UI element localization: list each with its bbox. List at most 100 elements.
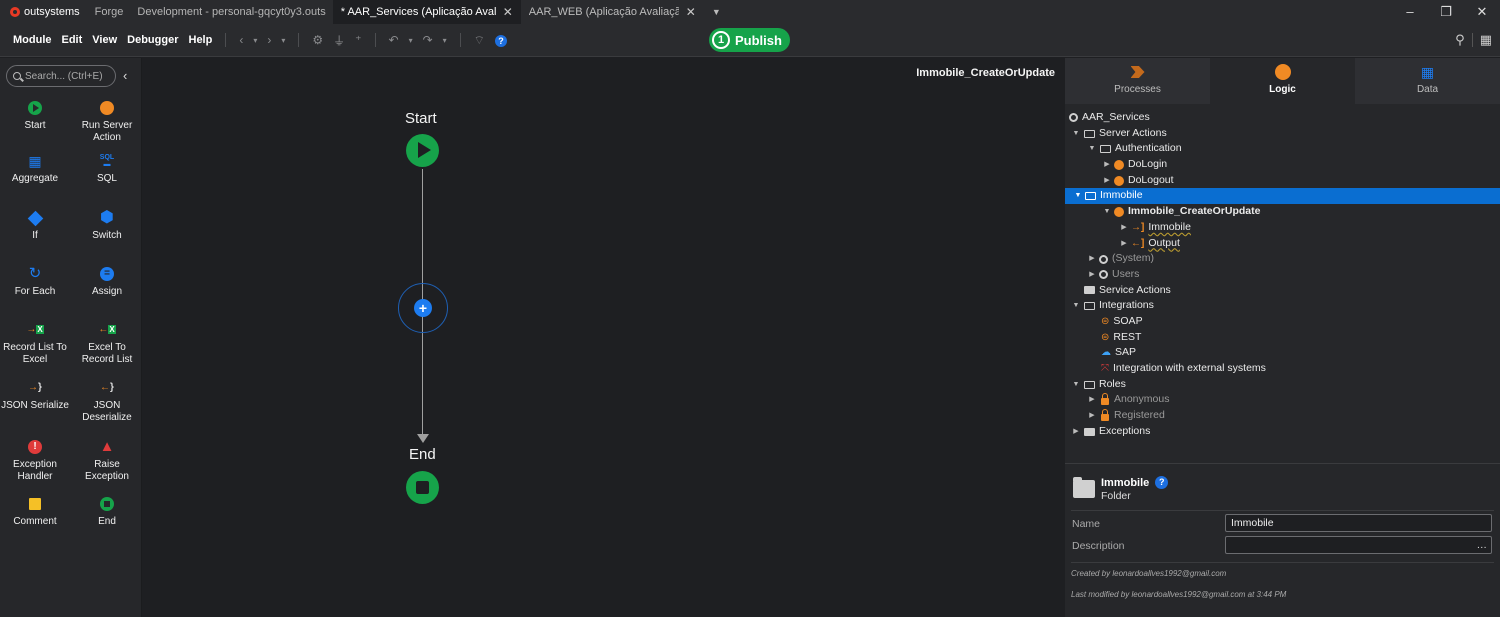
forge-link[interactable]: Forge xyxy=(88,0,131,24)
tabs-dropdown-icon[interactable]: ▼ xyxy=(704,7,729,17)
tool-aggregate[interactable]: ▦ Aggregate xyxy=(0,153,70,185)
end-node[interactable] xyxy=(406,471,439,504)
expand-toggle-icon[interactable]: ▼ xyxy=(1071,126,1081,142)
redo-dropdown-icon[interactable]: ▾ xyxy=(438,36,452,45)
minimize-icon[interactable]: – xyxy=(1392,0,1428,24)
forward-icon[interactable]: › xyxy=(262,33,276,47)
expand-toggle-icon[interactable]: ▶ xyxy=(1119,220,1129,236)
expand-toggle-icon[interactable]: ▶ xyxy=(1119,236,1129,252)
name-field[interactable]: Immobile xyxy=(1225,514,1492,532)
tree-item-soap[interactable]: ⊜ SOAP xyxy=(1065,314,1500,330)
tree-item-server-actions[interactable]: ▼ Server Actions xyxy=(1065,126,1500,142)
tool-json-serialize[interactable]: →} JSON Serialize xyxy=(0,380,70,412)
tree-item-integration-external[interactable]: ⤧ Integration with external systems xyxy=(1065,361,1500,377)
tool-record-list-to-excel[interactable]: →X Record List To Excel xyxy=(0,322,70,366)
tree-item-system[interactable]: ▶ (System) xyxy=(1065,251,1500,267)
expand-toggle-icon[interactable]: ▶ xyxy=(1102,157,1112,173)
expand-toggle-icon[interactable]: ▶ xyxy=(1087,251,1097,267)
tool-exception-handler[interactable]: ! Exception Handler xyxy=(0,439,70,483)
expand-toggle-icon[interactable]: ▼ xyxy=(1071,298,1081,314)
tree-item-service-actions[interactable]: Service Actions xyxy=(1065,283,1500,299)
close-window-icon[interactable]: ✕ xyxy=(1464,0,1500,24)
forward-dropdown-icon[interactable]: ▾ xyxy=(276,36,290,45)
tool-run-server-action[interactable]: Run Server Action xyxy=(72,100,142,144)
tree-item-immobile-folder[interactable]: ▼ Immobile xyxy=(1065,188,1500,205)
menu-debugger[interactable]: Debugger xyxy=(122,34,183,46)
tab-data[interactable]: ▦ Data xyxy=(1355,58,1500,104)
tool-comment[interactable]: Comment xyxy=(0,496,70,528)
tree-item-authentication[interactable]: ▼ Authentication xyxy=(1065,141,1500,157)
feedback-icon[interactable]: ⌔ xyxy=(469,33,490,48)
plug-icon[interactable]: ⏚ xyxy=(328,32,350,49)
module-reference-icon xyxy=(1099,254,1108,264)
back-icon[interactable]: ‹ xyxy=(234,33,248,47)
tool-raise-exception[interactable]: ▲ Raise Exception xyxy=(72,439,142,483)
add-node-button[interactable]: + xyxy=(414,299,432,317)
tree-item-module[interactable]: AAR_Services xyxy=(1065,110,1500,126)
undo-icon[interactable]: ↶ xyxy=(384,33,404,47)
menu-edit[interactable]: Edit xyxy=(57,34,88,46)
help-icon[interactable]: ? xyxy=(1155,476,1169,489)
description-field[interactable]: … xyxy=(1225,536,1492,554)
tree-item-exceptions[interactable]: ▶ Exceptions xyxy=(1065,424,1500,440)
tree-item-input-immobile[interactable]: ▶ →] Immobile xyxy=(1065,220,1500,236)
search-icon[interactable]: ⚲ xyxy=(1455,32,1465,48)
tree-item-dologout[interactable]: ▶ DoLogout xyxy=(1065,173,1500,189)
start-node[interactable] xyxy=(406,134,439,167)
tab-aar-services[interactable]: * AAR_Services (Aplicação Avaliação ✕ xyxy=(332,0,521,24)
apps-grid-icon[interactable]: ▦ xyxy=(1480,32,1492,48)
close-icon[interactable]: ✕ xyxy=(686,0,696,24)
expand-toggle-icon[interactable]: ▶ xyxy=(1102,173,1112,189)
expand-toggle-icon[interactable]: ▶ xyxy=(1071,424,1081,440)
tool-end[interactable]: End xyxy=(72,496,142,528)
expand-toggle-icon[interactable]: ▼ xyxy=(1073,188,1083,204)
tab-processes[interactable]: Processes xyxy=(1065,58,1210,104)
collapse-toolbox-icon[interactable]: ‹ xyxy=(123,68,127,83)
tool-json-deserialize[interactable]: ←} JSON Deserialize xyxy=(72,380,142,424)
tree-item-registered[interactable]: ▶ Registered xyxy=(1065,408,1500,424)
tab-aar-web[interactable]: AAR_WEB (Aplicação Avaliação Imo ✕ xyxy=(521,0,704,24)
expand-toggle-icon[interactable]: ▼ xyxy=(1102,204,1112,220)
tree-item-immobile-createorupdate[interactable]: ▼ Immobile_CreateOrUpdate xyxy=(1065,204,1500,220)
close-icon[interactable]: ✕ xyxy=(503,0,513,24)
tab-logic[interactable]: Logic xyxy=(1210,58,1355,104)
restore-icon[interactable]: ❐ xyxy=(1428,0,1464,24)
help-icon[interactable]: ? xyxy=(490,33,512,47)
settings-icon[interactable]: ⚙ xyxy=(307,33,328,47)
toolbox-search-input[interactable]: Search... (Ctrl+E) xyxy=(6,65,116,87)
expand-toggle-icon[interactable]: ▼ xyxy=(1087,141,1097,157)
menu-module[interactable]: Module xyxy=(8,34,57,46)
tool-if[interactable]: If xyxy=(0,210,70,242)
menu-help[interactable]: Help xyxy=(184,34,218,46)
tree-item-roles[interactable]: ▼ Roles xyxy=(1065,377,1500,393)
tree-item-integrations[interactable]: ▼ Integrations xyxy=(1065,298,1500,314)
tree-item-users[interactable]: ▶ Users xyxy=(1065,267,1500,283)
flow-canvas[interactable]: Immobile_CreateOrUpdate Start + End xyxy=(142,58,1065,617)
tree-item-sap[interactable]: ☁ SAP xyxy=(1065,345,1500,361)
tool-switch[interactable]: ⬢ Switch xyxy=(72,210,142,242)
menu-view[interactable]: View xyxy=(87,34,122,46)
tool-start[interactable]: Start xyxy=(0,100,70,132)
more-icon[interactable]: … xyxy=(1477,537,1488,553)
processes-icon xyxy=(1130,66,1145,78)
publish-button[interactable]: 1 Publish xyxy=(709,28,790,52)
environment-link[interactable]: Development - personal-gqcyt0y3.outs xyxy=(130,0,332,24)
tool-assign[interactable]: = Assign xyxy=(72,266,142,298)
expand-toggle-icon[interactable]: ▶ xyxy=(1087,267,1097,283)
tool-for-each[interactable]: ↻ For Each xyxy=(0,266,70,298)
tree-item-dologin[interactable]: ▶ DoLogin xyxy=(1065,157,1500,173)
tool-excel-to-record-list[interactable]: ←X Excel To Record List xyxy=(72,322,142,366)
expand-toggle-icon[interactable]: ▶ xyxy=(1087,408,1097,424)
back-dropdown-icon[interactable]: ▾ xyxy=(248,36,262,45)
brand-button[interactable]: outsystems xyxy=(0,0,88,24)
redo-icon[interactable]: ↷ xyxy=(418,33,438,47)
step-icon[interactable]: ⁺ xyxy=(350,33,366,47)
tree-item-output[interactable]: ▶ ←] Output xyxy=(1065,236,1500,252)
description-label: Description xyxy=(1072,540,1125,552)
tree-item-rest[interactable]: ⊜ REST xyxy=(1065,330,1500,346)
tool-sql[interactable]: SQL ▬ SQL xyxy=(72,153,142,185)
expand-toggle-icon[interactable]: ▶ xyxy=(1087,392,1097,408)
tree-item-anonymous[interactable]: ▶ Anonymous xyxy=(1065,392,1500,408)
undo-dropdown-icon[interactable]: ▾ xyxy=(404,36,418,45)
expand-toggle-icon[interactable]: ▼ xyxy=(1071,377,1081,393)
